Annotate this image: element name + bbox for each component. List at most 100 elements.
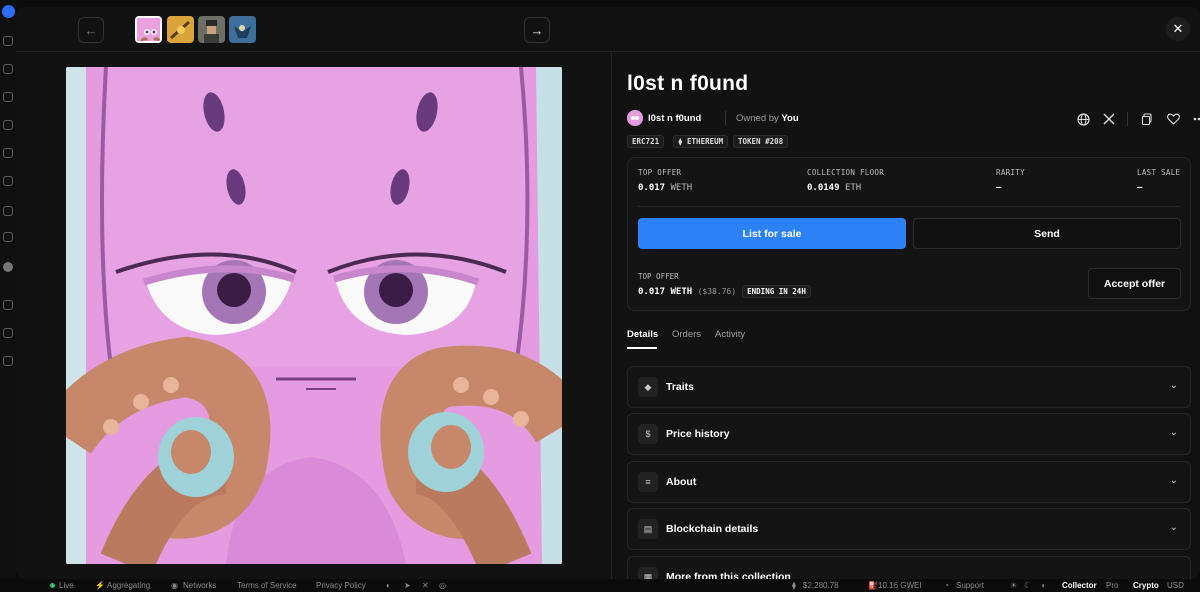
- sun-icon[interactable]: ☀: [1010, 581, 1017, 590]
- collection-link[interactable]: l0st n f0und: [648, 113, 701, 124]
- owned-prefix: Owned by: [736, 113, 779, 124]
- nft-title: l0st n f0und: [627, 72, 749, 95]
- traits-section[interactable]: ◆ Traits ⌄: [627, 366, 1191, 408]
- website-button[interactable]: [1074, 110, 1092, 128]
- heart-icon: [1166, 113, 1180, 125]
- favorite-button[interactable]: [1164, 110, 1182, 128]
- sidebar-nav-icon[interactable]: [3, 64, 13, 74]
- offer-expiry-badge: ENDING IN 24H: [742, 285, 811, 298]
- x-twitter-button[interactable]: [1100, 110, 1118, 128]
- owner-link[interactable]: You: [781, 113, 798, 124]
- gas-price: 10.16 GWEI: [878, 581, 922, 590]
- divider: [1127, 112, 1128, 126]
- moon-icon[interactable]: ☾: [1024, 581, 1031, 590]
- token-id-tag: TOKEN #208: [733, 135, 789, 148]
- currency-crypto[interactable]: Crypto: [1133, 581, 1159, 590]
- blockchain-details-section[interactable]: ▤ Blockchain details ⌄: [627, 508, 1191, 550]
- ellipsis-icon: [1193, 117, 1200, 121]
- media-pane: [16, 52, 612, 579]
- stat-top-offer: TOP OFFER 0.017 WETH: [638, 168, 692, 193]
- sidebar-nav-icon[interactable]: [3, 356, 13, 366]
- section-title: Traits: [666, 381, 695, 393]
- contrast-icon[interactable]: ◑: [1040, 581, 1045, 590]
- list-for-sale-button[interactable]: List for sale: [638, 218, 906, 249]
- x-logo-icon[interactable]: ✕: [422, 581, 429, 590]
- close-button[interactable]: ✕: [1166, 17, 1190, 41]
- sidebar-nav-icon[interactable]: [3, 36, 13, 46]
- chip-icon: ▤: [638, 519, 658, 539]
- thumbnail-2[interactable]: [167, 16, 194, 43]
- app-sidebar: [0, 0, 16, 592]
- thumbnail-1[interactable]: [135, 16, 162, 43]
- sidebar-avatar-icon[interactable]: [3, 262, 13, 272]
- chevron-down-icon: ⌄: [1169, 380, 1178, 391]
- arrow-right-icon: →: [530, 22, 544, 38]
- app-logo-icon[interactable]: [2, 5, 15, 18]
- dollar-icon: $: [638, 424, 658, 444]
- tab-orders[interactable]: Orders: [672, 329, 701, 340]
- sidebar-nav-icon[interactable]: [3, 120, 13, 130]
- accept-offer-button[interactable]: Accept offer: [1088, 268, 1181, 299]
- stat-collection-floor: COLLECTION FLOOR 0.0149 ETH: [807, 168, 884, 193]
- detail-tabs: Details Orders Activity: [627, 329, 1191, 349]
- stat-last-sale: LAST SALE –: [1137, 168, 1180, 193]
- thumbnail-3[interactable]: [198, 16, 225, 43]
- support-link[interactable]: Support: [956, 581, 984, 590]
- section-title: Blockchain details: [666, 523, 759, 535]
- stat-label: COLLECTION FLOOR: [807, 168, 885, 177]
- sidebar-nav-icon[interactable]: [3, 232, 13, 242]
- telegram-icon[interactable]: ➤: [404, 581, 411, 590]
- live-indicator-icon: [50, 583, 55, 588]
- chevron-down-icon: ⌄: [1169, 427, 1178, 438]
- eth-icon: ⧫: [792, 581, 796, 590]
- terms-link[interactable]: Terms of Service: [237, 581, 297, 590]
- more-from-collection-section[interactable]: ▦ More from this collection: [627, 556, 1191, 579]
- modal-header: ← → ✕: [16, 7, 1200, 52]
- copy-link-button[interactable]: [1138, 110, 1156, 128]
- sidebar-nav-icon[interactable]: [3, 92, 13, 102]
- networks-icon: ◉: [171, 581, 178, 590]
- owner-info: Owned by You: [736, 113, 799, 124]
- aggregating-status[interactable]: Aggregating: [107, 581, 150, 590]
- gas-icon: ⛽: [868, 581, 878, 590]
- sidebar-nav-icon[interactable]: [3, 148, 13, 158]
- nft-artwork-image: [66, 67, 562, 564]
- stat-value: 0.017 WETH: [638, 183, 693, 193]
- sidebar-nav-icon[interactable]: [3, 300, 13, 310]
- tab-activity[interactable]: Activity: [715, 329, 745, 340]
- networks-link[interactable]: Networks: [183, 581, 216, 590]
- next-item-button[interactable]: →: [524, 17, 550, 43]
- collection-row: l0st n f0und Owned by You: [627, 110, 1200, 128]
- chain-tag[interactable]: ⧫ ETHEREUM: [673, 135, 729, 148]
- send-button[interactable]: Send: [913, 218, 1181, 249]
- top-offer-label: TOP OFFER: [638, 272, 679, 281]
- chevron-down-icon: ⌄: [1169, 475, 1178, 486]
- sidebar-nav-icon[interactable]: [3, 206, 13, 216]
- more-options-button[interactable]: [1190, 110, 1200, 128]
- currency-usd[interactable]: USD: [1167, 581, 1184, 590]
- about-section[interactable]: ≡ About ⌄: [627, 461, 1191, 503]
- close-icon: ✕: [1172, 21, 1184, 36]
- mode-pro[interactable]: Pro: [1106, 581, 1118, 590]
- copy-icon: [1141, 113, 1152, 125]
- privacy-link[interactable]: Privacy Policy: [316, 581, 366, 590]
- sidebar-nav-icon[interactable]: [3, 176, 13, 186]
- section-title: More from this collection: [666, 571, 791, 579]
- mode-collector[interactable]: Collector: [1062, 581, 1097, 590]
- stat-label: TOP OFFER: [638, 168, 682, 177]
- section-title: About: [666, 476, 697, 488]
- previous-item-button[interactable]: ←: [78, 17, 104, 43]
- thumbnail-4[interactable]: [229, 16, 256, 43]
- tab-details[interactable]: Details: [627, 329, 658, 340]
- stat-value: –: [996, 183, 1002, 193]
- active-tab-indicator: [627, 347, 657, 349]
- live-status[interactable]: Live: [59, 581, 74, 590]
- discord-icon[interactable]: ◐: [386, 581, 391, 590]
- collection-avatar[interactable]: [627, 110, 643, 126]
- instagram-icon[interactable]: ◎: [439, 581, 446, 590]
- price-history-section[interactable]: $ Price history ⌄: [627, 413, 1191, 455]
- eth-price: $2,280.78: [803, 581, 839, 590]
- globe-icon: [1076, 112, 1090, 126]
- top-offer-value: 0.017 WETH ($38.76) ENDING IN 24H: [638, 285, 811, 298]
- sidebar-nav-icon[interactable]: [3, 328, 13, 338]
